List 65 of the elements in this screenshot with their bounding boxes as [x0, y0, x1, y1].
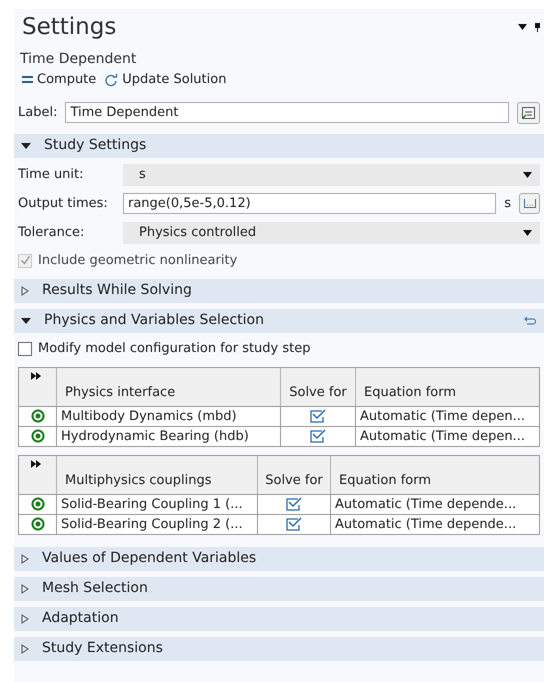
checkbox-label: Include geometric nonlinearity [38, 252, 238, 270]
section-header[interactable]: Physics and Variables Selection [14, 308, 544, 332]
eye-icon[interactable] [30, 429, 44, 444]
checked-box-icon[interactable] [310, 429, 326, 444]
collapsed-triangle-icon [21, 584, 29, 594]
dropdown-arrow-icon [523, 172, 532, 178]
expanded-triangle-icon [21, 142, 31, 150]
dropdown-arrow-icon [523, 230, 532, 236]
section-header[interactable]: Mesh Selection [14, 576, 544, 600]
section-header[interactable]: Study Extensions [14, 636, 544, 660]
checkbox[interactable] [18, 342, 32, 356]
table-cell-text: Automatic (Time depen... [359, 408, 526, 426]
text-box-icon [522, 106, 535, 118]
expand-all-icon[interactable] [31, 372, 41, 380]
label-field[interactable]: Time Dependent [65, 102, 509, 123]
section-header[interactable]: Adaptation [14, 606, 544, 630]
equals-icon [22, 76, 33, 84]
collapsed-triangle-icon [21, 286, 29, 296]
table-cell-text: Solid-Bearing Coupling 2 (... [60, 516, 244, 534]
range-icon [524, 199, 536, 208]
table-cell-text: Automatic (Time depende... [334, 516, 518, 534]
dropdown[interactable]: s [123, 164, 540, 186]
dropdown-arrow-icon[interactable] [518, 24, 527, 30]
section-header[interactable]: Results While Solving [14, 278, 544, 302]
column-header: Solve for [265, 472, 323, 490]
unit-label: s [504, 194, 511, 213]
field-label: Time unit: [18, 166, 85, 184]
node-title: Time Dependent [19, 50, 138, 69]
checked-box-icon[interactable] [310, 409, 326, 424]
table-cell-text: Hydrodynamic Bearing (hdb) [60, 428, 250, 446]
checked-box-icon[interactable] [286, 517, 302, 532]
column-header: Multiphysics couplings [65, 472, 212, 490]
table-cell-text: Multibody Dynamics (mbd) [60, 408, 238, 426]
table-cell-text: Automatic (Time depen... [359, 428, 526, 446]
eye-icon[interactable] [30, 409, 44, 424]
section-header[interactable]: Values of Dependent Variables [14, 546, 544, 570]
update-solution-button[interactable]: Update Solution [104, 70, 230, 90]
column-header: Solve for [289, 384, 347, 402]
collapsed-triangle-icon [21, 614, 29, 624]
table-cell-text: Solid-Bearing Coupling 1 (... [60, 496, 244, 514]
expand-all-icon[interactable] [31, 460, 41, 468]
checked-box-icon[interactable] [286, 497, 302, 512]
column-header: Equation form [339, 472, 432, 490]
table-cell-text: Automatic (Time depende... [334, 496, 518, 514]
label-options-button[interactable] [517, 102, 540, 124]
field-label: Label: [18, 104, 58, 122]
field-label: Output times: [18, 194, 109, 213]
section-header[interactable]: Study Settings [14, 134, 544, 158]
pin-icon[interactable] [535, 22, 540, 32]
panel-title: Settings [22, 13, 116, 41]
collapsed-triangle-icon [21, 644, 29, 654]
column-header: Physics interface [65, 384, 176, 402]
collapsed-triangle-icon [21, 554, 29, 564]
dropdown[interactable]: Physics controlled [123, 222, 540, 244]
checkbox-label: Modify model configuration for study step [38, 340, 310, 358]
eye-icon[interactable] [30, 517, 44, 532]
field-label: Tolerance: [18, 224, 86, 242]
compute-button[interactable]: Compute [22, 70, 100, 90]
expanded-triangle-icon [21, 316, 31, 324]
range-button[interactable] [519, 193, 540, 214]
refresh-icon [104, 72, 118, 87]
column-header: Equation form [364, 384, 456, 402]
undo-arrow-icon[interactable] [524, 316, 536, 325]
eye-icon[interactable] [30, 497, 44, 512]
text-field[interactable]: range(0,5e-5,0.12) [123, 193, 496, 214]
